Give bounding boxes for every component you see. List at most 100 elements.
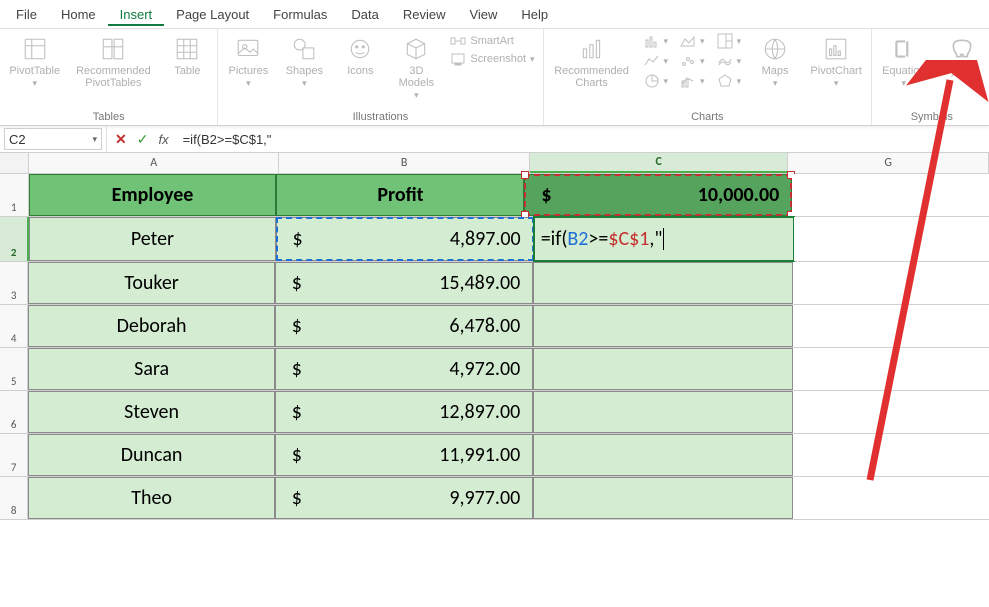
ribbon-group-symbols: Equation▾ Symbol Symbols <box>872 29 989 125</box>
menu-file[interactable]: File <box>4 3 49 26</box>
cell-g2[interactable] <box>794 217 989 261</box>
cell-c3[interactable] <box>533 262 793 304</box>
menu-home[interactable]: Home <box>49 3 108 26</box>
equation-button[interactable]: Equation▾ <box>880 33 927 90</box>
shapes-button[interactable]: Shapes▾ <box>282 33 326 90</box>
chart-col-button[interactable]: ▾ <box>644 33 669 49</box>
cell-g4[interactable] <box>793 305 989 347</box>
cell-b4[interactable]: $6,478.00 <box>275 305 533 347</box>
cell-a7[interactable]: Duncan <box>28 434 274 476</box>
cell-b8[interactable]: $9,977.00 <box>275 477 533 519</box>
cell-g6[interactable] <box>793 391 989 433</box>
chart-line-button[interactable]: ▾ <box>644 53 669 69</box>
cell-c4[interactable] <box>533 305 793 347</box>
row-header-8[interactable]: 8 <box>0 477 28 519</box>
cell-c8[interactable] <box>533 477 793 519</box>
cell-c5[interactable] <box>533 348 793 390</box>
row-header-6[interactable]: 6 <box>0 391 28 433</box>
cell-b5[interactable]: $4,972.00 <box>275 348 533 390</box>
cancel-icon[interactable]: ✕ <box>115 131 127 148</box>
maps-button[interactable]: Maps▾ <box>753 33 797 90</box>
select-all-corner[interactable] <box>0 153 29 173</box>
cell-b3[interactable]: $15,489.00 <box>275 262 533 304</box>
col-header-c[interactable]: C <box>530 153 788 173</box>
cell-c2[interactable]: =if(B2>=$C$1," IF(logical_test, [value_i… <box>534 217 794 261</box>
pivot-table-button[interactable]: PivotTable ▾ <box>8 33 61 90</box>
chart-area-button[interactable]: ▾ <box>680 33 705 49</box>
recommended-charts-icon <box>578 35 606 63</box>
chart-pie-button[interactable]: ▾ <box>644 73 669 89</box>
cell-b7[interactable]: $11,991.00 <box>275 434 533 476</box>
enter-icon[interactable]: ✓ <box>137 131 149 148</box>
ribbon-group-label: Tables <box>93 109 125 123</box>
recommended-pivot-tables-button[interactable]: Recommended PivotTables <box>73 33 153 91</box>
formula-input[interactable]: =if(B2>=$C$1," <box>177 132 989 147</box>
cell-a4[interactable]: Deborah <box>28 305 274 347</box>
cell-g5[interactable] <box>793 348 989 390</box>
name-box[interactable]: C2 ▾ <box>4 128 102 150</box>
chart-treemap-button[interactable]: ▾ <box>717 33 742 49</box>
cell-c6[interactable] <box>533 391 793 433</box>
cell-b2[interactable]: $ 4,897.00 <box>276 217 534 261</box>
cell-g3[interactable] <box>793 262 989 304</box>
screenshot-button[interactable]: Screenshot▾ <box>450 51 534 67</box>
cell-b6[interactable]: $12,897.00 <box>275 391 533 433</box>
symbol-button[interactable]: Symbol <box>940 33 984 79</box>
pivot-table-icon <box>21 35 49 63</box>
table-row: 1 Employee Profit $ 10,000.00 <box>0 174 989 217</box>
chart-radar-button[interactable]: ▾ <box>717 73 742 89</box>
menu-data[interactable]: Data <box>339 3 390 26</box>
cell-a3[interactable]: Touker <box>28 262 274 304</box>
cell-c1[interactable]: $ 10,000.00 <box>524 174 792 216</box>
cell-b1[interactable]: Profit <box>276 174 524 216</box>
col-header-g[interactable]: G <box>788 153 989 173</box>
recommended-charts-button[interactable]: Recommended Charts <box>552 33 632 91</box>
3d-models-button[interactable]: 3D Models▾ <box>394 33 438 102</box>
col-header-a[interactable]: A <box>29 153 280 173</box>
cell-a6[interactable]: Steven <box>28 391 274 433</box>
chevron-down-icon: ▾ <box>32 79 37 88</box>
ribbon-group-label: Illustrations <box>353 109 409 123</box>
ribbon-group-tables: PivotTable ▾ Recommended PivotTables Tab… <box>0 29 218 125</box>
table-button[interactable]: Table <box>165 33 209 79</box>
menu-review[interactable]: Review <box>391 3 458 26</box>
cell-a8[interactable]: Theo <box>28 477 274 519</box>
row-header-1[interactable]: 1 <box>0 174 29 216</box>
cell-a2[interactable]: Peter <box>29 217 275 261</box>
cell-a5[interactable]: Sara <box>28 348 274 390</box>
line-chart-icon <box>644 53 660 69</box>
symbol-icon <box>948 35 976 63</box>
cell-g7[interactable] <box>793 434 989 476</box>
pivot-chart-icon <box>822 35 850 63</box>
menu-view[interactable]: View <box>457 3 509 26</box>
fx-icon[interactable]: fx <box>158 132 168 147</box>
row-header-3[interactable]: 3 <box>0 262 28 304</box>
equation-icon <box>890 35 918 63</box>
chevron-down-icon[interactable]: ▾ <box>92 134 97 145</box>
table-row: 3 Touker $15,489.00 <box>0 262 989 305</box>
menu-insert[interactable]: Insert <box>108 3 165 26</box>
row-header-2[interactable]: 2 <box>0 217 29 261</box>
row-header-4[interactable]: 4 <box>0 305 28 347</box>
chart-surface-button[interactable]: ▾ <box>717 53 742 69</box>
cell-g8[interactable] <box>793 477 989 519</box>
shapes-icon <box>290 35 318 63</box>
screenshot-icon <box>450 51 466 67</box>
table-row: 5 Sara $4,972.00 <box>0 348 989 391</box>
pivot-chart-button[interactable]: PivotChart▾ <box>809 33 863 90</box>
smartart-button[interactable]: SmartArt <box>450 33 534 49</box>
menu-formulas[interactable]: Formulas <box>261 3 339 26</box>
pictures-button[interactable]: Pictures▾ <box>226 33 270 90</box>
icons-button[interactable]: Icons <box>338 33 382 79</box>
chart-combo-button[interactable]: ▾ <box>680 73 705 89</box>
menu-page-layout[interactable]: Page Layout <box>164 3 261 26</box>
cell-c7[interactable] <box>533 434 793 476</box>
chart-scatter-button[interactable]: ▾ <box>680 53 705 69</box>
row-header-5[interactable]: 5 <box>0 348 28 390</box>
col-header-b[interactable]: B <box>279 153 530 173</box>
treemap-chart-icon <box>717 33 733 49</box>
cell-g1[interactable] <box>792 174 989 216</box>
row-header-7[interactable]: 7 <box>0 434 28 476</box>
cell-a1[interactable]: Employee <box>29 174 277 216</box>
menu-help[interactable]: Help <box>509 3 560 26</box>
